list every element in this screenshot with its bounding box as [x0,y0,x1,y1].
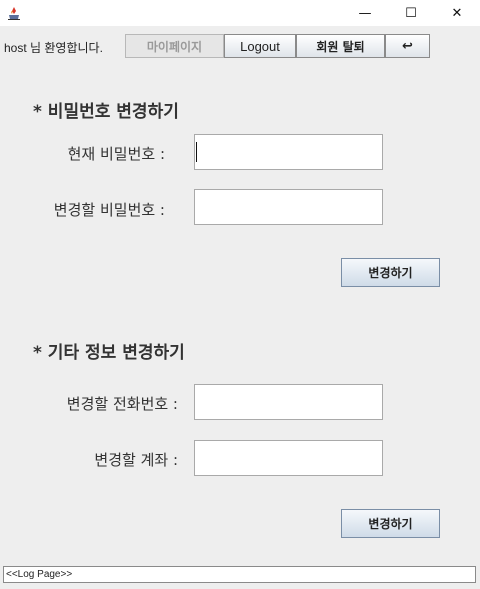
mypage-button[interactable]: 마이페이지 [125,34,224,58]
withdraw-button[interactable]: 회원 탈퇴 [296,34,385,58]
password-section-title: * 비밀번호 변경하기 [33,102,179,122]
account-field[interactable] [194,440,383,476]
log-area: <<Log Page>> [3,566,476,583]
java-cup-icon [7,6,21,20]
phone-label: 변경할 전화번호 : [66,395,178,413]
phone-field[interactable] [194,384,383,420]
current-password-label: 현재 비밀번호 : [67,145,165,163]
text-caret [196,142,197,162]
minimize-button[interactable]: — [342,0,388,26]
info-section-title: * 기타 정보 변경하기 [33,343,185,363]
back-button[interactable]: ↩ [385,34,430,58]
close-button[interactable]: ✕ [434,0,480,26]
logout-button[interactable]: Logout [224,34,296,58]
change-password-button[interactable]: 변경하기 [341,258,440,287]
new-password-field[interactable] [194,189,383,225]
new-password-label: 변경할 비밀번호 : [53,201,165,219]
account-label: 변경할 계좌 : [94,451,178,469]
welcome-text: host 님 환영합니다. [4,41,103,55]
change-info-button[interactable]: 변경하기 [341,509,440,538]
title-bar: — ☐ ✕ [0,0,480,26]
maximize-button[interactable]: ☐ [388,0,434,26]
current-password-field[interactable] [194,134,383,170]
